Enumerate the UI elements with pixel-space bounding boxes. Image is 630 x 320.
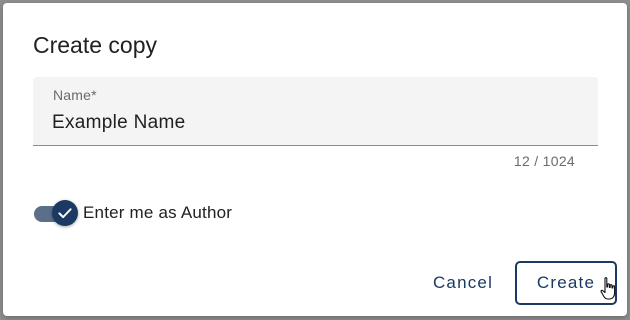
name-field-label: Name*	[53, 87, 97, 103]
create-button[interactable]: Create	[515, 261, 617, 305]
cancel-button[interactable]: Cancel	[418, 261, 508, 305]
name-field[interactable]: Name*	[33, 77, 598, 146]
dialog-title: Create copy	[33, 32, 158, 58]
name-input[interactable]	[52, 111, 572, 135]
toggle-thumb	[52, 200, 78, 226]
check-icon	[58, 208, 72, 219]
create-copy-dialog: Create copy Name* 12 / 1024 Enter me as …	[3, 3, 627, 316]
author-toggle-label: Enter me as Author	[83, 203, 233, 222]
character-counter: 12 / 1024	[513, 153, 575, 169]
author-toggle[interactable]	[33, 199, 81, 227]
